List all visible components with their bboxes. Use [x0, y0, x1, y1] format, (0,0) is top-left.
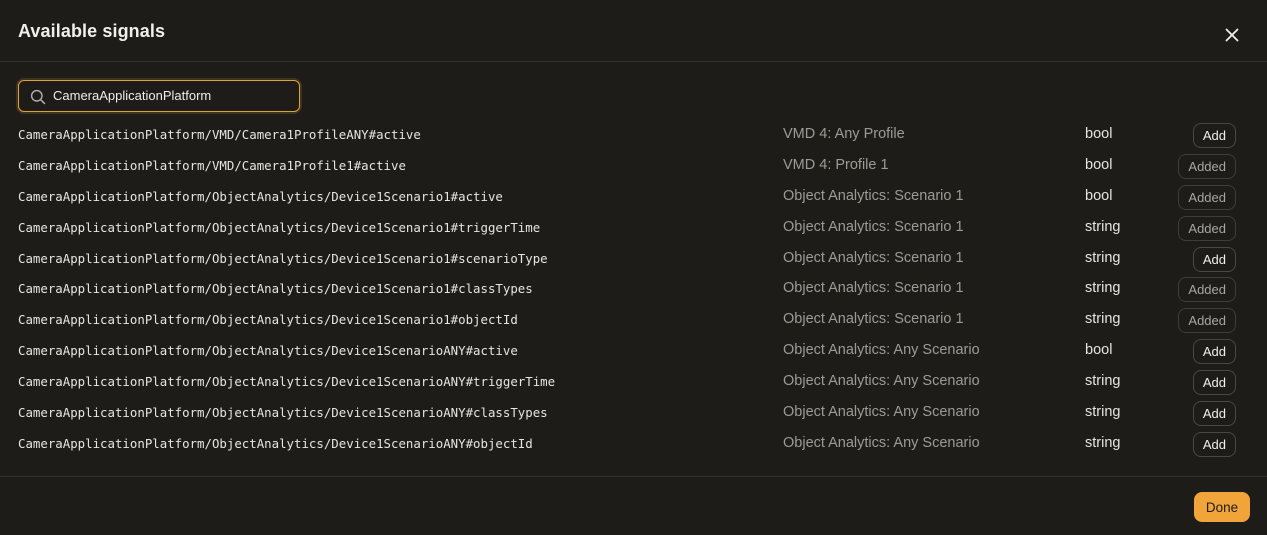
signal-row: CameraApplicationPlatform/ObjectAnalytic… [0, 212, 1267, 243]
signal-path: CameraApplicationPlatform/ObjectAnalytic… [18, 188, 503, 204]
signal-type: string [1085, 404, 1121, 421]
signal-path: CameraApplicationPlatform/ObjectAnalytic… [18, 219, 541, 235]
signal-row: CameraApplicationPlatform/VMD/Camera1Pro… [0, 150, 1267, 181]
signal-row: CameraApplicationPlatform/ObjectAnalytic… [0, 273, 1267, 304]
add-signal-button[interactable]: Add [1192, 246, 1236, 272]
signal-path: CameraApplicationPlatform/VMD/Camera1Pro… [18, 157, 406, 173]
add-signal-button[interactable]: Add [1192, 401, 1236, 427]
add-signal-button[interactable]: Add [1192, 339, 1236, 365]
signal-row: CameraApplicationPlatform/ObjectAnalytic… [0, 366, 1267, 397]
signal-description: Object Analytics: Scenario 1 [783, 311, 964, 328]
signal-description: Object Analytics: Any Scenario [783, 434, 980, 451]
signal-row: CameraApplicationPlatform/ObjectAnalytic… [0, 397, 1267, 428]
search-input[interactable] [53, 81, 293, 110]
signal-path: CameraApplicationPlatform/ObjectAnalytic… [18, 250, 548, 266]
signal-type: string [1085, 373, 1121, 390]
available-signals-dialog: Available signals CameraApplicationPlatf… [0, 0, 1267, 535]
signals-list: CameraApplicationPlatform/VMD/Camera1Pro… [0, 119, 1267, 459]
signal-row: CameraApplicationPlatform/ObjectAnalytic… [0, 304, 1267, 335]
signal-row: CameraApplicationPlatform/ObjectAnalytic… [0, 335, 1267, 366]
close-button[interactable] [1220, 23, 1244, 47]
dialog-footer: Done [0, 476, 1267, 535]
signal-description: Object Analytics: Scenario 1 [783, 187, 964, 204]
dialog-header: Available signals [0, 0, 1267, 62]
signal-path: CameraApplicationPlatform/VMD/Camera1Pro… [18, 127, 421, 142]
added-signal-button[interactable]: Added [1178, 184, 1236, 210]
signal-type: bool [1085, 187, 1113, 204]
signal-description: VMD 4: Any Profile [783, 126, 905, 142]
signal-type: string [1085, 249, 1121, 266]
signal-type: bool [1085, 342, 1113, 359]
close-icon [1225, 28, 1239, 42]
signal-row: CameraApplicationPlatform/VMD/Camera1Pro… [0, 119, 1267, 150]
signal-row: CameraApplicationPlatform/ObjectAnalytic… [0, 243, 1267, 274]
signal-type: string [1085, 311, 1121, 328]
signal-type: string [1085, 280, 1121, 297]
signal-description: Object Analytics: Any Scenario [783, 404, 980, 421]
signal-type: bool [1085, 126, 1113, 142]
signal-row: CameraApplicationPlatform/ObjectAnalytic… [0, 181, 1267, 212]
add-signal-button[interactable]: Add [1192, 370, 1236, 396]
signal-description: Object Analytics: Scenario 1 [783, 249, 964, 266]
added-signal-button[interactable]: Added [1178, 308, 1236, 334]
signal-description: VMD 4: Profile 1 [783, 156, 889, 173]
added-signal-button[interactable]: Added [1178, 153, 1236, 179]
search-icon [30, 89, 46, 105]
signal-path: CameraApplicationPlatform/ObjectAnalytic… [18, 343, 518, 359]
signal-path: CameraApplicationPlatform/ObjectAnalytic… [18, 312, 518, 328]
signal-type: bool [1085, 156, 1113, 173]
add-signal-button[interactable]: Add [1192, 123, 1236, 148]
signal-path: CameraApplicationPlatform/ObjectAnalytic… [18, 405, 548, 421]
signal-description: Object Analytics: Any Scenario [783, 373, 980, 390]
signal-type: string [1085, 218, 1121, 235]
signal-description: Object Analytics: Any Scenario [783, 342, 980, 359]
added-signal-button[interactable]: Added [1178, 215, 1236, 241]
added-signal-button[interactable]: Added [1178, 277, 1236, 303]
signal-description: Object Analytics: Scenario 1 [783, 218, 964, 235]
signal-path: CameraApplicationPlatform/ObjectAnalytic… [18, 374, 556, 390]
signal-type: string [1085, 434, 1121, 451]
signal-path: CameraApplicationPlatform/ObjectAnalytic… [18, 281, 533, 297]
signal-row: CameraApplicationPlatform/ObjectAnalytic… [0, 428, 1267, 459]
search-field[interactable] [18, 80, 300, 112]
add-signal-button[interactable]: Add [1192, 431, 1236, 457]
signal-description: Object Analytics: Scenario 1 [783, 280, 964, 297]
done-button[interactable]: Done [1194, 492, 1250, 522]
signal-path: CameraApplicationPlatform/ObjectAnalytic… [18, 435, 533, 451]
dialog-title: Available signals [18, 21, 166, 41]
